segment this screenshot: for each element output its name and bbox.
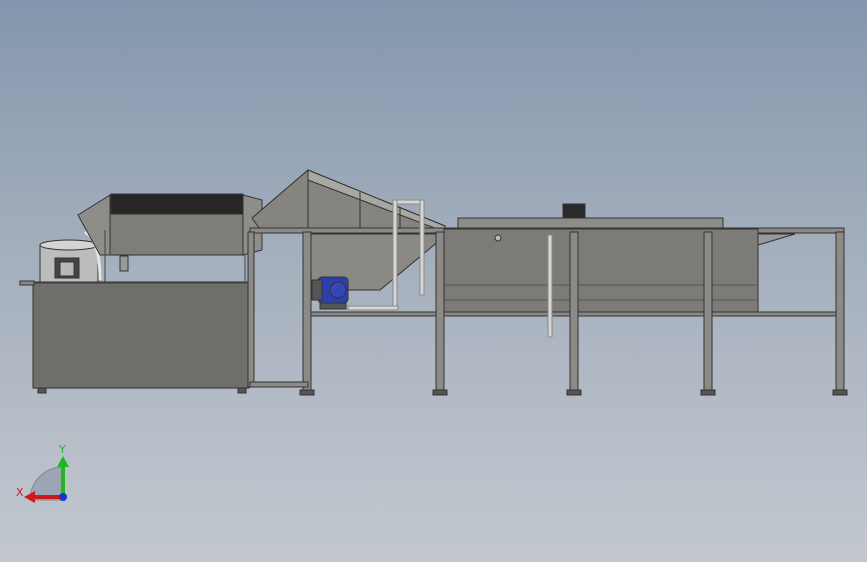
upper-conveyor[interactable] <box>77 193 263 282</box>
x-axis-label: X <box>16 486 24 499</box>
cad-viewport[interactable]: Y X <box>0 0 867 562</box>
pump-motor[interactable] <box>311 276 349 310</box>
coordinate-triad <box>24 456 69 503</box>
left-cabinet[interactable] <box>32 281 250 389</box>
conveyor-belt <box>110 193 244 215</box>
y-axis-label: Y <box>59 443 66 456</box>
tank-hatch[interactable] <box>562 203 586 219</box>
main-tank[interactable] <box>443 203 796 314</box>
machine-model-view[interactable] <box>0 0 867 562</box>
